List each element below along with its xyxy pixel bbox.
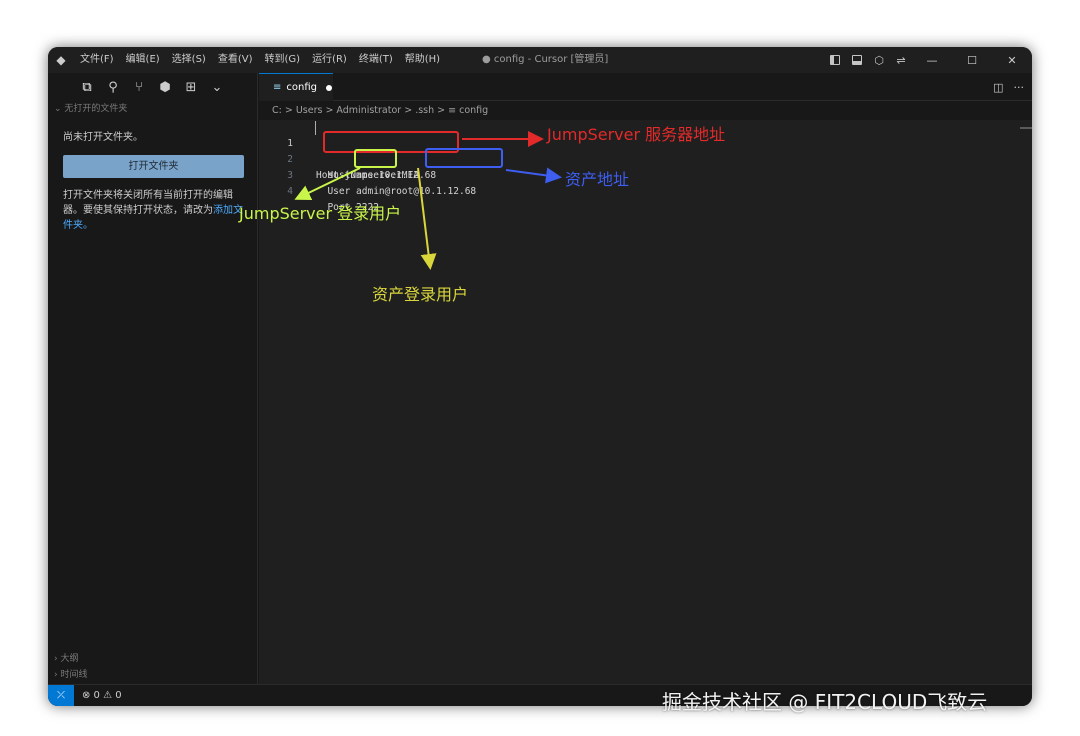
remote-indicator-icon[interactable]: ⤫ bbox=[48, 684, 74, 706]
close-button[interactable]: ✕ bbox=[992, 47, 1032, 73]
menu-view[interactable]: 查看(V) bbox=[212, 47, 259, 73]
problems-count[interactable]: ⊗ 0 ⚠ 0 bbox=[82, 690, 122, 701]
code-line-3[interactable]: 3 User admin@root@10.1.12.68 bbox=[259, 152, 1032, 197]
file-lines-icon: ≡ bbox=[273, 82, 282, 93]
cube-icon[interactable]: ⬡ bbox=[868, 47, 890, 73]
more-actions-icon[interactable]: ··· bbox=[1014, 81, 1025, 94]
extensions-grid-icon[interactable]: ⊞ bbox=[178, 73, 204, 101]
settings-sliders-icon[interactable]: ⇌ bbox=[890, 47, 912, 73]
timeline-label: 时间线 bbox=[60, 670, 88, 680]
cursor-window: ◆ 文件(F) 编辑(E) 选择(S) 查看(V) 转到(G) 运行(R) 终端… bbox=[48, 47, 1032, 706]
minimize-button[interactable]: — bbox=[912, 47, 952, 73]
tab-config[interactable]: ≡ config bbox=[259, 73, 333, 101]
explorer-header[interactable]: ⌄ 无打开的文件夹 bbox=[48, 101, 257, 117]
folder-description: 打开文件夹将关闭所有当前打开的编辑器。要使其保持打开状态，请改为添加文件夹。 bbox=[48, 188, 257, 233]
title-controls: ⬡ ⇌ — ☐ ✕ bbox=[824, 47, 1032, 73]
line-number: 4 bbox=[287, 186, 293, 197]
cursor-logo-icon: ◆ bbox=[56, 53, 66, 67]
outline-section[interactable]: › 大纲 bbox=[48, 651, 78, 667]
window-title: ● config - Cursor [管理员] bbox=[482, 54, 609, 65]
menu-bar: 文件(F) 编辑(E) 选择(S) 查看(V) 转到(G) 运行(R) 终端(T… bbox=[74, 47, 446, 73]
breadcrumb[interactable]: C: > Users > Administrator > .ssh > ≡ co… bbox=[272, 103, 488, 119]
annotation-asset-address: 资产地址 bbox=[565, 170, 630, 189]
timeline-section[interactable]: › 时间线 bbox=[48, 667, 87, 683]
annotation-jumpserver-user: JumpServer 登录用户 bbox=[239, 204, 402, 223]
annotation-asset-user: 资产登录用户 bbox=[372, 285, 469, 304]
folder-description-text: 打开文件夹将关闭所有当前打开的编辑器。要使其保持打开状态，请改为 bbox=[63, 190, 233, 216]
code-line-4[interactable]: 4 Port 2222 bbox=[259, 168, 1032, 213]
split-editor-icon[interactable]: ◫ bbox=[993, 81, 1003, 94]
explorer-header-label: 无打开的文件夹 bbox=[64, 104, 128, 114]
toggle-sidebar-icon[interactable] bbox=[824, 47, 846, 73]
menu-edit[interactable]: 编辑(E) bbox=[120, 47, 166, 73]
tab-label: config bbox=[286, 82, 317, 93]
menu-go[interactable]: 转到(G) bbox=[259, 47, 307, 73]
extensions-cube-icon[interactable]: ⬢ bbox=[152, 73, 178, 101]
source-control-icon[interactable]: ⑂ bbox=[126, 73, 152, 101]
chevron-down-icon[interactable]: ⌄ bbox=[204, 73, 230, 101]
search-icon[interactable]: ⚲ bbox=[100, 73, 126, 101]
menu-run[interactable]: 运行(R) bbox=[306, 47, 353, 73]
activity-bar: ⧉ ⚲ ⑂ ⬢ ⊞ ⌄ bbox=[48, 73, 257, 101]
menu-selection[interactable]: 选择(S) bbox=[166, 47, 212, 73]
menu-file[interactable]: 文件(F) bbox=[74, 47, 120, 73]
scrollbar-marker[interactable] bbox=[1020, 127, 1032, 129]
menu-terminal[interactable]: 终端(T) bbox=[353, 47, 399, 73]
explorer-icon[interactable]: ⧉ bbox=[74, 73, 100, 101]
title-bar: ◆ 文件(F) 编辑(E) 选择(S) 查看(V) 转到(G) 运行(R) 终端… bbox=[48, 47, 1032, 73]
open-folder-button[interactable]: 打开文件夹 bbox=[63, 155, 244, 178]
menu-help[interactable]: 帮助(H) bbox=[399, 47, 446, 73]
outline-label: 大纲 bbox=[60, 654, 79, 664]
toggle-panel-icon[interactable] bbox=[846, 47, 868, 73]
annotation-jumpserver-address: JumpServer 服务器地址 bbox=[547, 125, 726, 144]
unsaved-dot-icon[interactable] bbox=[326, 84, 332, 91]
no-folder-text: 尚未打开文件夹。 bbox=[63, 132, 143, 143]
watermark: 掘金技术社区 @ FIT2CLOUD飞致云 bbox=[662, 690, 988, 714]
maximize-button[interactable]: ☐ bbox=[952, 47, 992, 73]
editor-actions: ◫ ··· bbox=[993, 73, 1024, 101]
code-text: User admin@root@10.1.12.68 bbox=[316, 186, 477, 197]
editor-tab-bar: ≡ config ◫ ··· bbox=[259, 73, 1032, 101]
explorer-sidebar: ⧉ ⚲ ⑂ ⬢ ⊞ ⌄ ⌄ 无打开的文件夹 尚未打开文件夹。 打开文件夹 打开文… bbox=[48, 73, 258, 684]
text-cursor bbox=[315, 121, 316, 135]
